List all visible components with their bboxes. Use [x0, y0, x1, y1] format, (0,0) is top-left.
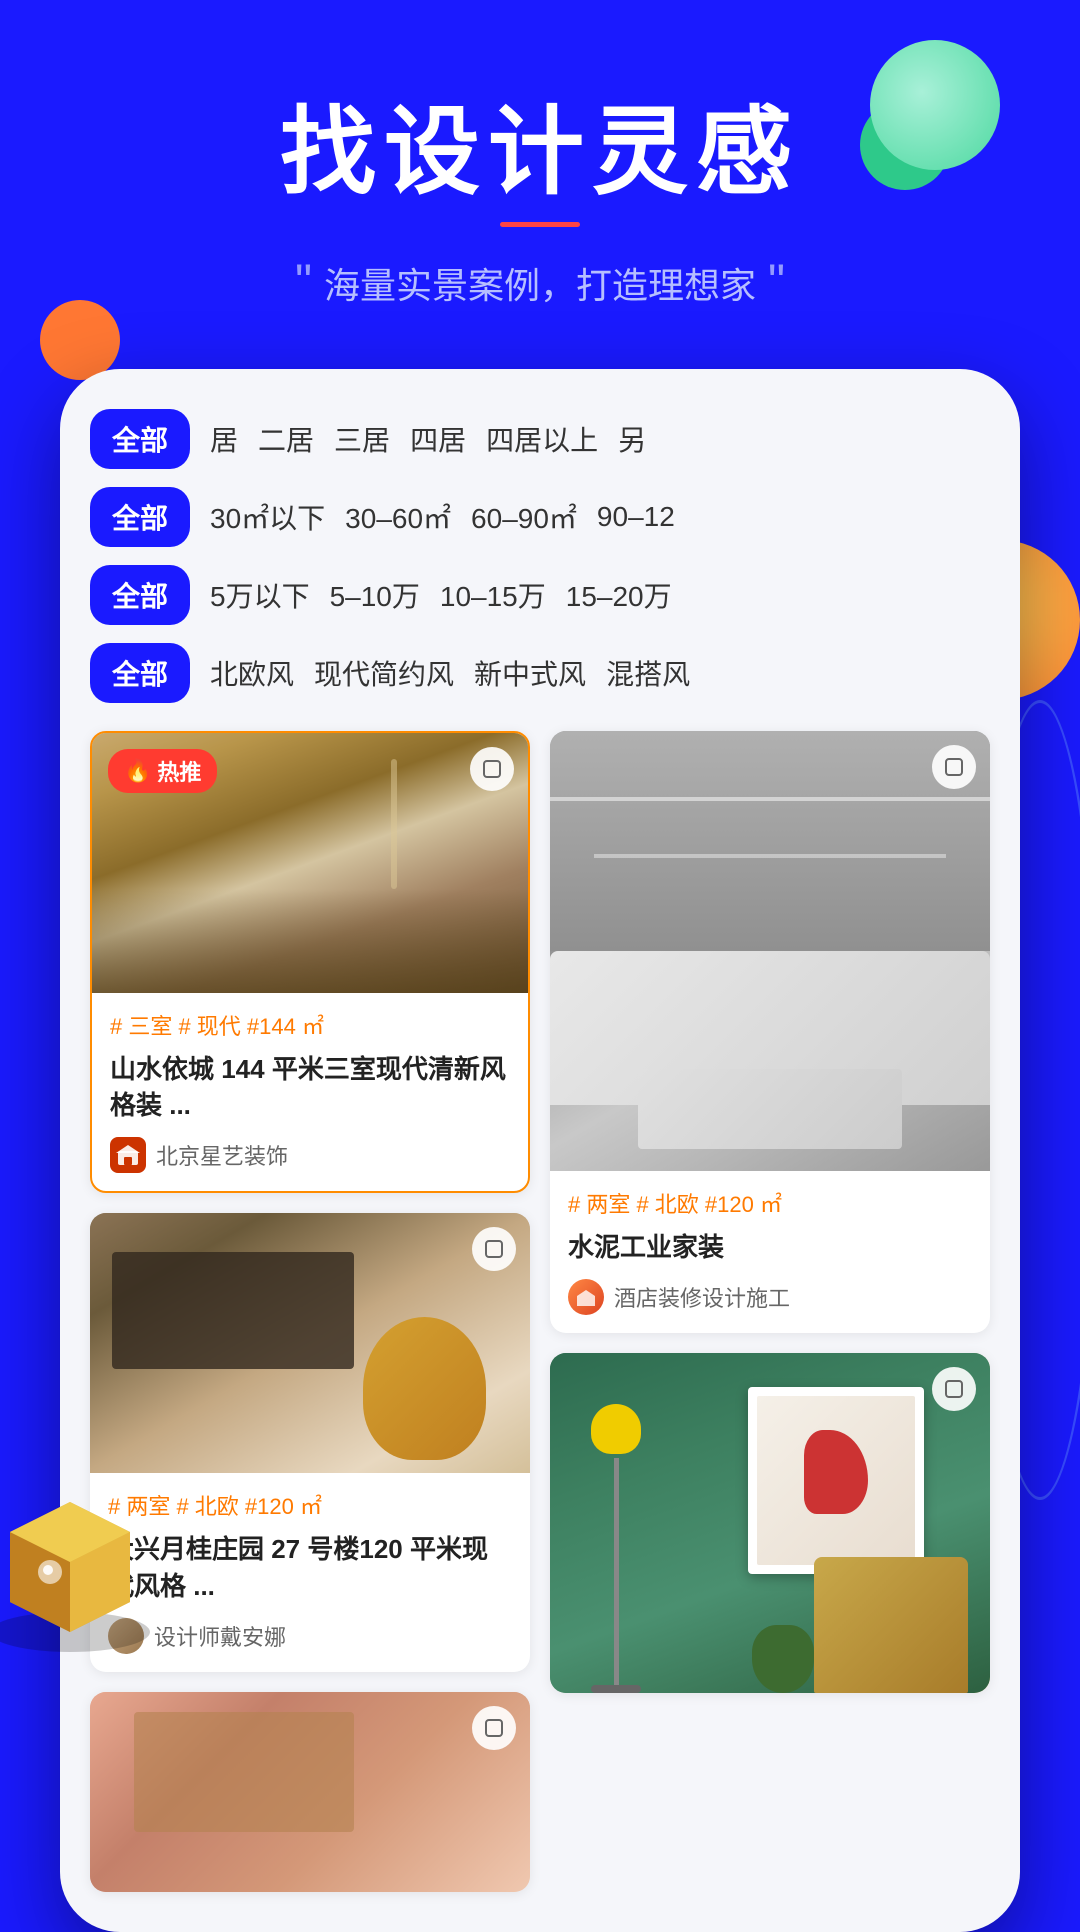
filter-badge-budget[interactable]: 全部 — [90, 565, 190, 625]
product-image-5 — [90, 1692, 530, 1892]
picture-frame — [748, 1387, 924, 1574]
filter-row-1: 全部 居 二居 三居 四居 四居以上 另 — [90, 409, 990, 469]
save-button-1[interactable] — [470, 747, 514, 791]
filter-item-more[interactable]: 另 — [618, 419, 646, 459]
title-underline — [500, 222, 580, 227]
gold-3d-shape — [0, 1472, 170, 1652]
quote-open: " — [295, 259, 312, 307]
product-image-3 — [90, 1213, 530, 1473]
filter-row-3: 全部 5万以下 5–10万 10–15万 15–20万 — [90, 565, 990, 625]
header-section: 找设计灵感 " 海量实景案例，打造理想家 " — [0, 0, 1080, 369]
product-author-1: 北京星艺装饰 — [110, 1137, 510, 1173]
filter-item-90-120[interactable]: 90–12 — [597, 501, 675, 533]
filter-item-30-60[interactable]: 30–60㎡ — [345, 497, 451, 537]
product-title-1: 山水依城 144 平米三室现代清新风格装 ... — [110, 1051, 510, 1124]
filter-item-15-20w[interactable]: 15–20万 — [566, 575, 672, 615]
product-card-4[interactable] — [550, 1353, 990, 1693]
product-image-2 — [550, 731, 990, 1171]
quote-close: " — [768, 259, 785, 307]
filter-item-nordic[interactable]: 北欧风 — [210, 653, 294, 693]
floor-lamp — [594, 1404, 638, 1693]
phone-card: 全部 居 二居 三居 四居 四居以上 另 全部 30㎡以下 30–60㎡ 60–… — [60, 369, 1020, 1932]
author-avatar-2 — [568, 1279, 604, 1315]
hot-badge: 🔥 热推 — [108, 749, 217, 793]
product-info-2: # 两室 # 北欧 #120 ㎡ 水泥工业家装 酒店装修设计施工 — [550, 1171, 990, 1333]
filter-item-mix[interactable]: 混搭风 — [606, 653, 690, 693]
filter-badge-style[interactable]: 全部 — [90, 643, 190, 703]
hot-label: 热推 — [157, 755, 201, 787]
filter-row-2: 全部 30㎡以下 30–60㎡ 60–90㎡ 90–12 — [90, 487, 990, 547]
save-button-4[interactable] — [932, 1367, 976, 1411]
filter-badge-rooms[interactable]: 全部 — [90, 409, 190, 469]
filter-item-30below[interactable]: 30㎡以下 — [210, 497, 325, 537]
product-image-4 — [550, 1353, 990, 1693]
left-column: 🔥 热推 # 三室 # 现代 #144 ㎡ 山水依城 144 平米三室现代清新风… — [90, 731, 530, 1893]
filter-item-modern[interactable]: 现代简约风 — [314, 653, 454, 693]
author-name-2: 酒店装修设计施工 — [614, 1281, 790, 1313]
chair — [814, 1557, 968, 1693]
fire-icon: 🔥 — [124, 758, 151, 784]
product-tags-1: # 三室 # 现代 #144 ㎡ — [110, 1009, 510, 1041]
filter-item-4plus[interactable]: 四居以上 — [486, 419, 598, 459]
product-grid: 🔥 热推 # 三室 # 现代 #144 ㎡ 山水依城 144 平米三室现代清新风… — [90, 731, 990, 1893]
filter-item-10-15w[interactable]: 10–15万 — [440, 575, 546, 615]
product-tags-2: # 两室 # 北欧 #120 ㎡ — [568, 1187, 972, 1219]
product-author-2: 酒店装修设计施工 — [568, 1279, 972, 1315]
filter-row-4: 全部 北欧风 现代简约风 新中式风 混搭风 — [90, 643, 990, 703]
filter-item-5-10w[interactable]: 5–10万 — [330, 575, 420, 615]
filter-item-4room[interactable]: 四居 — [410, 419, 466, 459]
product-card-1[interactable]: 🔥 热推 # 三室 # 现代 #144 ㎡ 山水依城 144 平米三室现代清新风… — [90, 731, 530, 1194]
company-icon-1 — [110, 1137, 146, 1173]
product-card-5[interactable] — [90, 1692, 530, 1892]
filter-item-2room[interactable]: 二居 — [258, 419, 314, 459]
filter-item-1room[interactable]: 居 — [210, 419, 238, 459]
filter-item-60-90[interactable]: 60–90㎡ — [471, 497, 577, 537]
author-name-3: 设计师戴安娜 — [154, 1620, 286, 1652]
subtitle-text: 海量实景案例，打造理想家 — [324, 257, 756, 309]
filter-item-chinese[interactable]: 新中式风 — [474, 653, 586, 693]
save-button-5[interactable] — [472, 1706, 516, 1750]
right-column: # 两室 # 北欧 #120 ㎡ 水泥工业家装 酒店装修设计施工 — [550, 731, 990, 1893]
product-info-1: # 三室 # 现代 #144 ㎡ 山水依城 144 平米三室现代清新风格装 ..… — [92, 993, 528, 1192]
product-title-2: 水泥工业家装 — [568, 1229, 972, 1265]
save-button-2[interactable] — [932, 745, 976, 789]
main-title: 找设计灵感 — [0, 100, 1080, 206]
filter-item-3room[interactable]: 三居 — [334, 419, 390, 459]
subtitle: " 海量实景案例，打造理想家 " — [0, 257, 1080, 309]
product-card-2[interactable]: # 两室 # 北欧 #120 ㎡ 水泥工业家装 酒店装修设计施工 — [550, 731, 990, 1333]
plant — [752, 1625, 814, 1693]
author-name-1: 北京星艺装饰 — [156, 1139, 288, 1171]
product-image-1: 🔥 热推 — [92, 733, 528, 993]
filter-badge-area[interactable]: 全部 — [90, 487, 190, 547]
filter-item-5w-below[interactable]: 5万以下 — [210, 575, 310, 615]
